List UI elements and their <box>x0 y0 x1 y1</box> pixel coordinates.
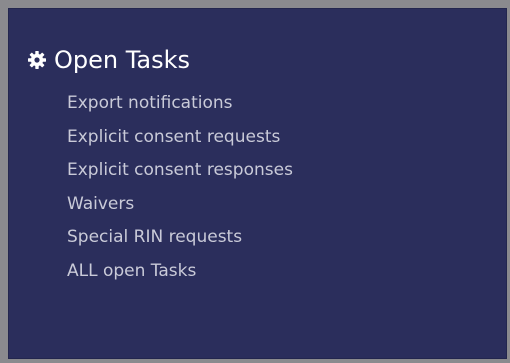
panel-title: Open Tasks <box>54 46 191 74</box>
task-link-waivers[interactable]: Waivers <box>67 188 293 222</box>
task-link-all-open-tasks[interactable]: ALL open Tasks <box>67 255 293 289</box>
task-link-export-notifications[interactable]: Export notifications <box>67 87 293 121</box>
task-link-special-rin-requests[interactable]: Special RIN requests <box>67 221 293 255</box>
window-frame: Open Tasks Export notifications Explicit… <box>0 0 510 363</box>
gear-icon <box>27 50 47 70</box>
open-tasks-panel: Open Tasks Export notifications Explicit… <box>8 8 507 359</box>
task-list: Export notifications Explicit consent re… <box>67 87 293 288</box>
task-link-explicit-consent-responses[interactable]: Explicit consent responses <box>67 154 293 188</box>
task-link-explicit-consent-requests[interactable]: Explicit consent requests <box>67 121 293 155</box>
panel-header: Open Tasks <box>27 45 190 75</box>
